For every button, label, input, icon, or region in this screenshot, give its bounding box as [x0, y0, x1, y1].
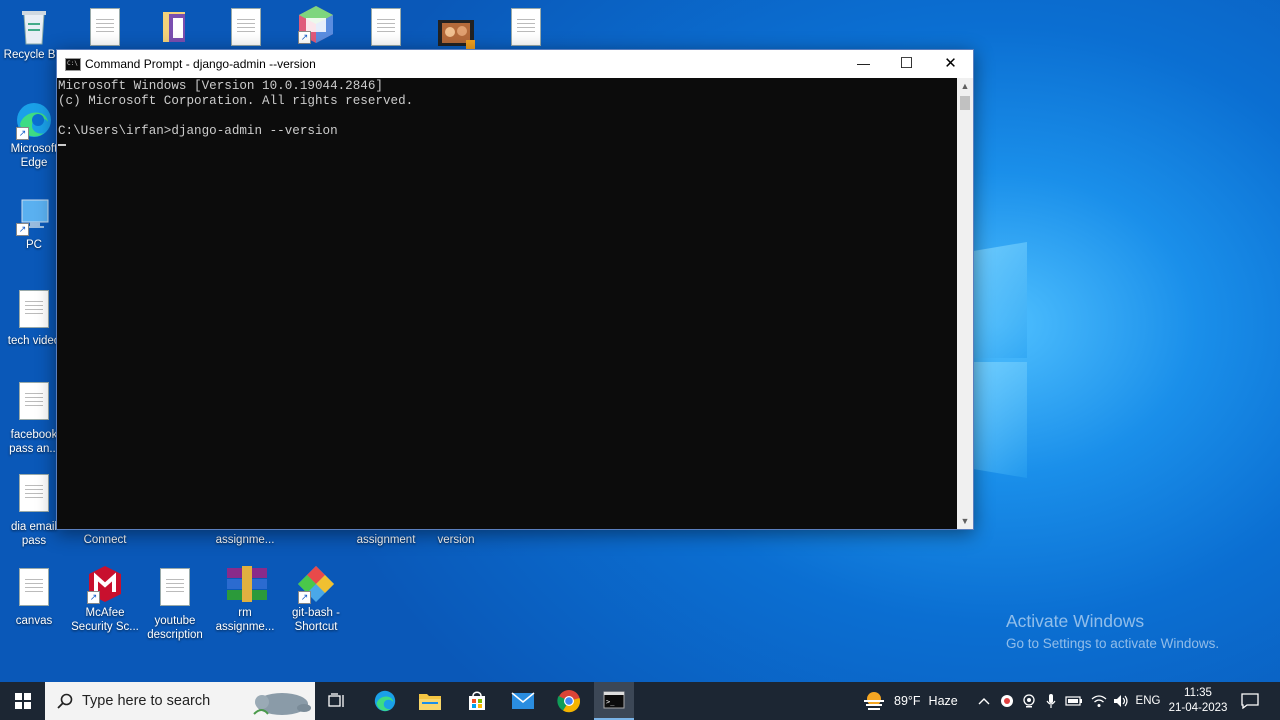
battery-icon — [1065, 696, 1082, 706]
task-view-icon — [328, 693, 344, 707]
dia-email-label: dia email pass — [10, 521, 58, 547]
activate-windows-watermark: Activate Windows Go to Settings to activ… — [1006, 611, 1219, 651]
command-prompt-window[interactable]: Command Prompt - django-admin --version … — [56, 49, 974, 530]
weather-haze-icon — [864, 692, 884, 710]
notification-icon — [1241, 693, 1259, 709]
webcam-icon — [1023, 694, 1035, 708]
cmd-app-icon — [65, 58, 81, 71]
mcafee-label: McAfee Security Sc... — [71, 607, 139, 633]
taskbar: Type here to search >_ 89°F Haze ENG 11:… — [0, 682, 1280, 720]
scroll-down-icon[interactable]: ▼ — [957, 513, 973, 529]
assignment-label[interactable]: assignment — [352, 533, 420, 547]
taskbar-search-box[interactable]: Type here to search — [45, 682, 315, 720]
folder-icon[interactable] — [141, 6, 209, 48]
rm-assignment-label[interactable]: assignme... — [211, 533, 279, 547]
chrome-icon — [557, 690, 581, 713]
mcafee-icon[interactable]: ↗ McAfee Security Sc... — [71, 564, 139, 634]
clock-time: 11:35 — [1184, 687, 1212, 699]
activate-title: Activate Windows — [1006, 611, 1145, 631]
taskbar-edge-button[interactable] — [366, 682, 404, 720]
console-line: Microsoft Windows [Version 10.0.19044.28… — [58, 79, 383, 93]
cmd-titlebar[interactable]: Command Prompt - django-admin --version … — [57, 50, 973, 78]
canvas-file-icon[interactable]: canvas — [0, 566, 68, 628]
clock-date: 21-04-2023 — [1168, 702, 1228, 714]
taskbar-chrome-button[interactable] — [550, 682, 588, 720]
rm-assignment-archive-label: rm assignme... — [215, 607, 275, 633]
language-indicator[interactable]: ENG — [1134, 682, 1162, 720]
microphone-icon — [1046, 694, 1056, 708]
facebook-pass-label: facebook pass an... — [9, 429, 59, 455]
git-bash-label: git-bash - Shortcut — [292, 607, 340, 633]
tray-wifi-button[interactable] — [1089, 682, 1109, 720]
store-icon — [469, 691, 485, 710]
check-django-version-label[interactable]: version — [422, 533, 490, 547]
wifi-icon — [1091, 695, 1107, 707]
windows-start-icon — [14, 693, 31, 709]
mail-icon — [511, 692, 535, 709]
volume-icon — [1114, 695, 1128, 707]
cmd-icon: >_ — [603, 691, 625, 709]
weather-desc: Haze — [928, 694, 958, 708]
app-cube-icon[interactable]: ↗ — [282, 4, 350, 46]
taskbar-store-button[interactable] — [458, 682, 496, 720]
tray-app-icon[interactable] — [998, 682, 1016, 720]
taskbar-mail-button[interactable] — [504, 682, 542, 720]
edge-icon — [374, 690, 396, 712]
document-icon[interactable] — [492, 6, 560, 46]
git-bash-icon[interactable]: ↗ git-bash - Shortcut — [282, 564, 350, 634]
show-hidden-icons-button[interactable] — [975, 682, 993, 720]
manatee-search-highlight-icon — [253, 693, 311, 715]
weather-temp: 89°F — [894, 694, 921, 708]
taskbar-cmd-button[interactable]: >_ — [594, 682, 634, 720]
tray-volume-button[interactable] — [1111, 682, 1131, 720]
cmd-title: Command Prompt - django-admin --version — [85, 57, 316, 71]
document-icon[interactable] — [352, 6, 420, 46]
search-icon — [57, 693, 73, 709]
taskbar-file-explorer-button[interactable] — [411, 682, 449, 720]
document-icon[interactable] — [71, 6, 139, 46]
console-line: (c) Microsoft Corporation. All rights re… — [58, 94, 414, 108]
task-view-button[interactable] — [318, 682, 356, 720]
tray-battery-button[interactable] — [1064, 682, 1084, 720]
minimize-button[interactable]: — — [842, 50, 885, 78]
document-icon[interactable] — [212, 6, 280, 46]
circle-app-icon — [1001, 695, 1013, 707]
tray-microphone-button[interactable] — [1043, 682, 1059, 720]
mcafee-connect-label[interactable]: Connect — [71, 533, 139, 547]
canvas-label: canvas — [15, 615, 53, 627]
maximize-button[interactable]: ☐ — [885, 50, 928, 78]
chevron-up-icon — [978, 698, 990, 705]
scroll-up-icon[interactable]: ▲ — [957, 78, 973, 94]
winrar-archive-icon[interactable]: rm assignme... — [211, 564, 279, 634]
console-line: C:\Users\irfan>django-admin --version — [58, 124, 338, 138]
search-placeholder: Type here to search — [82, 693, 211, 709]
scroll-thumb[interactable] — [960, 96, 970, 110]
close-button[interactable]: ✕ — [929, 50, 972, 78]
youtube-description-file-icon[interactable]: youtube description — [141, 566, 209, 642]
vertical-scrollbar[interactable]: ▲ ▼ — [957, 78, 973, 529]
text-cursor — [58, 144, 66, 146]
notification-center-button[interactable] — [1236, 682, 1264, 720]
clock[interactable]: 11:35 21-04-2023 — [1165, 682, 1231, 720]
youtube-description-label: youtube description — [147, 615, 203, 641]
cmd-console[interactable]: Microsoft Windows [Version 10.0.19044.28… — [57, 78, 957, 529]
weather-widget[interactable]: 89°F Haze — [862, 682, 962, 720]
start-button[interactable] — [0, 682, 45, 720]
file-explorer-icon — [419, 694, 441, 710]
tray-webcam-icon-button[interactable] — [1020, 682, 1038, 720]
activate-subtitle: Go to Settings to activate Windows. — [1006, 636, 1220, 651]
svg-text:>_: >_ — [606, 698, 615, 706]
